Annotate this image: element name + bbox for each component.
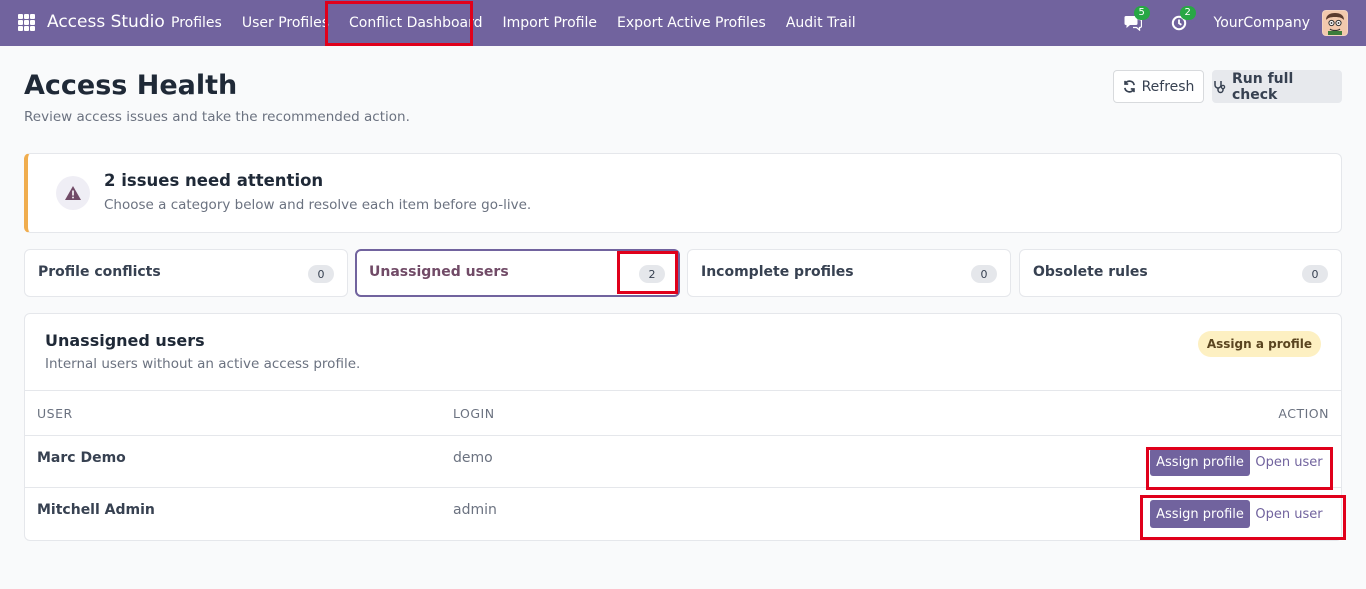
category-unassigned-users[interactable]: Unassigned users 2 [355, 249, 680, 297]
avatar-face-icon [1323, 11, 1347, 35]
navbar-systray: 5 2 YourCompany [1122, 0, 1348, 46]
menu-audit-trail[interactable]: Audit Trail [776, 0, 866, 46]
main-menu: Profiles User Profiles Conflict Dashboar… [161, 0, 866, 46]
assign-profile-button[interactable]: Assign profile [1150, 448, 1250, 476]
run-full-check-label: Run full check [1232, 70, 1294, 103]
category-label: Obsolete rules [1033, 264, 1148, 280]
alert-title: 2 issues need attention [104, 171, 324, 190]
category-obsolete-rules[interactable]: Obsolete rules 0 [1019, 249, 1342, 297]
category-count-badge: 0 [971, 265, 997, 283]
table-divider [25, 435, 1341, 436]
header-divider [25, 390, 1341, 391]
refresh-label: Refresh [1141, 78, 1195, 95]
menu-import-profile[interactable]: Import Profile [493, 0, 607, 46]
user-avatar[interactable] [1322, 10, 1348, 36]
menu-conflict-dashboard[interactable]: Conflict Dashboard [339, 0, 493, 46]
app-brand[interactable]: Access Studio [47, 12, 165, 32]
section-subtitle: Internal users without an active access … [45, 356, 361, 372]
row-user-name: Mitchell Admin [37, 502, 155, 518]
assign-a-profile-badge: Assign a profile [1197, 331, 1321, 357]
unassigned-users-panel: Unassigned users Internal users without … [24, 313, 1342, 541]
menu-profiles[interactable]: Profiles [161, 0, 232, 46]
alert-text: Choose a category below and resolve each… [104, 197, 532, 213]
menu-export-active-profiles[interactable]: Export Active Profiles [607, 0, 776, 46]
category-count-badge: 0 [308, 265, 334, 283]
menu-user-profiles[interactable]: User Profiles [232, 0, 339, 46]
column-header-user: USER [37, 406, 73, 421]
warning-icon [56, 176, 90, 210]
apps-grid-icon[interactable] [18, 14, 35, 31]
assign-profile-button[interactable]: Assign profile [1150, 500, 1250, 528]
page-title: Access Health [24, 70, 238, 101]
category-incomplete-profiles[interactable]: Incomplete profiles 0 [687, 249, 1011, 297]
column-header-action: ACTION [1278, 406, 1329, 421]
activities-button[interactable]: 2 [1168, 6, 1196, 34]
row-login: admin [453, 502, 497, 518]
section-title: Unassigned users [45, 331, 205, 350]
refresh-icon [1123, 80, 1136, 93]
messages-count-badge: 5 [1133, 6, 1150, 20]
attention-alert: 2 issues need attention Choose a categor… [24, 153, 1342, 233]
messages-button[interactable]: 5 [1122, 6, 1150, 34]
activities-count-badge: 2 [1179, 6, 1196, 20]
row-login: demo [453, 450, 493, 466]
run-full-check-button[interactable]: Run full check [1212, 70, 1342, 103]
category-label: Incomplete profiles [701, 264, 854, 280]
column-header-login: LOGIN [453, 406, 495, 421]
page-subtitle: Review access issues and take the recomm… [24, 109, 410, 125]
company-switcher[interactable]: YourCompany [1214, 15, 1311, 31]
category-count-badge: 2 [639, 265, 665, 283]
row-user-name: Marc Demo [37, 450, 126, 466]
category-label: Unassigned users [369, 264, 509, 280]
row-divider [25, 487, 1341, 488]
category-count-badge: 0 [1302, 265, 1328, 283]
category-label: Profile conflicts [38, 264, 161, 280]
open-user-link[interactable]: Open user [1250, 500, 1328, 528]
top-navbar: Access Studio Profiles User Profiles Con… [0, 0, 1366, 46]
open-user-link[interactable]: Open user [1250, 448, 1328, 476]
category-profile-conflicts[interactable]: Profile conflicts 0 [24, 249, 348, 297]
stethoscope-icon [1213, 80, 1226, 94]
refresh-button[interactable]: Refresh [1113, 70, 1204, 103]
